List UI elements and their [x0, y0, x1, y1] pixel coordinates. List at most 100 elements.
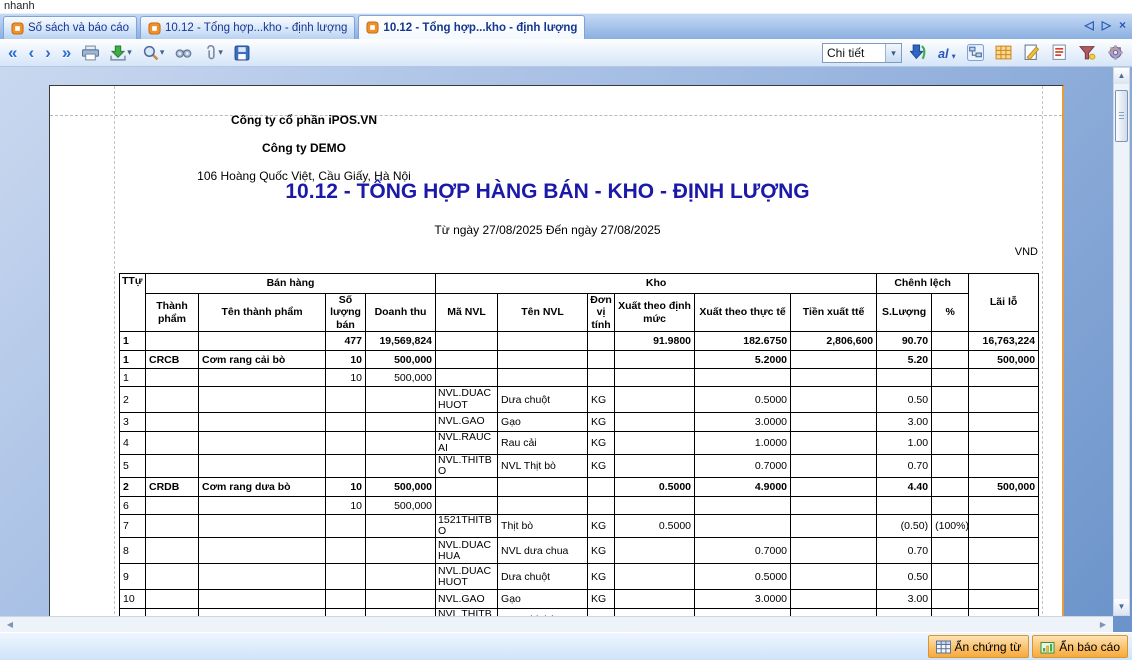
customize-button[interactable]: [1105, 43, 1126, 62]
zoom-button[interactable]: ▾: [141, 44, 167, 62]
table-cell: [588, 351, 615, 369]
table-cell: NVL.GAO: [436, 413, 498, 432]
tab-close-icon[interactable]: ×: [1119, 18, 1126, 32]
table-cell: NVL dưa chua: [498, 538, 588, 564]
table-cell: [932, 369, 969, 387]
table-cell: [326, 387, 366, 413]
export-dropdown-icon[interactable]: ▾: [127, 47, 132, 58]
tab-bar: Số sách và báo cáo 10.12 - Tổng hợp...kh…: [0, 13, 1132, 39]
table-cell: [932, 590, 969, 609]
company-name: Công ty cổ phần iPOS.VN: [119, 113, 489, 127]
table-cell: [969, 413, 1039, 432]
table-cell: [615, 455, 695, 478]
table-cell: 9: [120, 564, 146, 590]
table-cell: 4.40: [877, 478, 932, 497]
table-cell: [969, 497, 1039, 515]
table-cell: [146, 387, 199, 413]
tab-report-1012-active[interactable]: 10.12 - Tổng hợp...kho - định lượng: [358, 15, 585, 39]
table-cell: 5.20: [877, 351, 932, 369]
tab-document-icon: [366, 21, 379, 34]
table-cell: [199, 497, 326, 515]
col-header-xuat-dinh-muc: Xuất theo định mức: [615, 294, 695, 332]
page-setup-button[interactable]: [1021, 43, 1042, 62]
table-cell: [366, 413, 436, 432]
table-cell: [146, 369, 199, 387]
table-cell: 0.5000: [695, 387, 791, 413]
table-cell: [366, 515, 436, 538]
table-cell: [791, 432, 877, 455]
attachment-dropdown-icon[interactable]: ▾: [218, 47, 223, 58]
tab-document-icon: [148, 22, 161, 35]
save-button[interactable]: [232, 44, 252, 62]
sort-button[interactable]: al: [936, 44, 958, 61]
table-cell: [615, 564, 695, 590]
tab-report-1012-inactive[interactable]: 10.12 - Tổng hợp...kho - định lượng: [140, 16, 355, 39]
table-row: 8NVL.DUACHUANVL dưa chuaKG0.70000.70: [120, 538, 1039, 564]
table-cell: 10: [120, 590, 146, 609]
col-header-so-luong-ban: Số lượng bán: [326, 294, 366, 332]
table-cell: KG: [588, 432, 615, 455]
vertical-scrollbar[interactable]: ▲ ▼: [1113, 67, 1130, 616]
hide-report-button[interactable]: Ẩn báo cáo: [1032, 635, 1128, 658]
table-cell: [146, 413, 199, 432]
table-cell: 10: [326, 351, 366, 369]
table-cell: (0.50): [877, 515, 932, 538]
filter-button[interactable]: [1077, 44, 1098, 62]
table-cell: 2,806,600: [791, 332, 877, 351]
tab-scroll-right-icon[interactable]: ▷: [1102, 18, 1111, 32]
table-cell: NVL.DUACHUOT: [436, 387, 498, 413]
tab-scroll-left-icon[interactable]: ◁: [1085, 18, 1094, 32]
table-cell: [588, 478, 615, 497]
hide-voucher-button[interactable]: Ẩn chứng từ: [928, 635, 1030, 658]
table-cell: [588, 369, 615, 387]
vertical-scrollbar-thumb[interactable]: [1115, 90, 1128, 142]
table-cell: [791, 538, 877, 564]
tab-label: 10.12 - Tổng hợp...kho - định lượng: [383, 22, 577, 34]
document-map-button[interactable]: [965, 43, 986, 62]
scroll-down-icon[interactable]: ▼: [1114, 599, 1129, 615]
table-cell: 0.70: [877, 538, 932, 564]
grid-view-button[interactable]: [993, 43, 1014, 62]
table-cell: NVL.GAO: [436, 590, 498, 609]
table-cell: [498, 369, 588, 387]
gear-icon: [1107, 44, 1124, 61]
scroll-right-icon[interactable]: ▶: [1095, 617, 1111, 632]
table-row: 4NVL.RAUCAIRau cảiKG1.00001.00: [120, 432, 1039, 455]
prev-page-icon[interactable]: ‹: [26, 44, 36, 62]
next-page-icon[interactable]: ›: [43, 44, 53, 62]
table-cell: [588, 332, 615, 351]
table-cell: NVL.THITBO: [436, 455, 498, 478]
table-cell: KG: [588, 538, 615, 564]
table-row: 610500,000: [120, 497, 1039, 515]
table-row: 147719,569,82491.9800182.67502,806,60090…: [120, 332, 1039, 351]
table-cell: KG: [588, 455, 615, 478]
scroll-up-icon[interactable]: ▲: [1114, 68, 1129, 84]
report-viewer: Công ty cổ phần iPOS.VN Công ty DEMO 106…: [0, 67, 1132, 632]
tab-so-sach-va-bao-cao[interactable]: Số sách và báo cáo: [3, 16, 137, 39]
table-cell: [146, 590, 199, 609]
view-mode-dropdown-icon[interactable]: ▾: [885, 44, 901, 62]
drill-down-icon: [910, 44, 927, 61]
table-cell: NVL.RAUCAI: [436, 432, 498, 455]
horizontal-scrollbar[interactable]: ◀ ▶: [0, 616, 1113, 632]
drill-down-button[interactable]: [908, 43, 929, 62]
last-page-icon[interactable]: »: [60, 44, 73, 62]
table-cell: [146, 497, 199, 515]
table-cell: [791, 455, 877, 478]
export-button[interactable]: ▾: [108, 44, 134, 62]
zoom-dropdown-icon[interactable]: ▾: [160, 47, 165, 58]
table-cell: [615, 369, 695, 387]
print-button[interactable]: [80, 44, 101, 62]
table-cell: Cơm rang cải bò: [199, 351, 326, 369]
table-cell: [366, 564, 436, 590]
editing-fields-button[interactable]: [1049, 43, 1070, 62]
col-header-ttu: TTự: [120, 274, 146, 332]
table-cell: 500,000: [969, 478, 1039, 497]
view-mode-select[interactable]: Chi tiết ▾: [822, 43, 902, 63]
table-cell: [588, 497, 615, 515]
table-cell: [326, 564, 366, 590]
first-page-icon[interactable]: «: [6, 44, 19, 62]
search-button[interactable]: [173, 45, 194, 61]
scroll-left-icon[interactable]: ◀: [2, 617, 18, 632]
attachment-button[interactable]: ▾: [201, 44, 225, 62]
